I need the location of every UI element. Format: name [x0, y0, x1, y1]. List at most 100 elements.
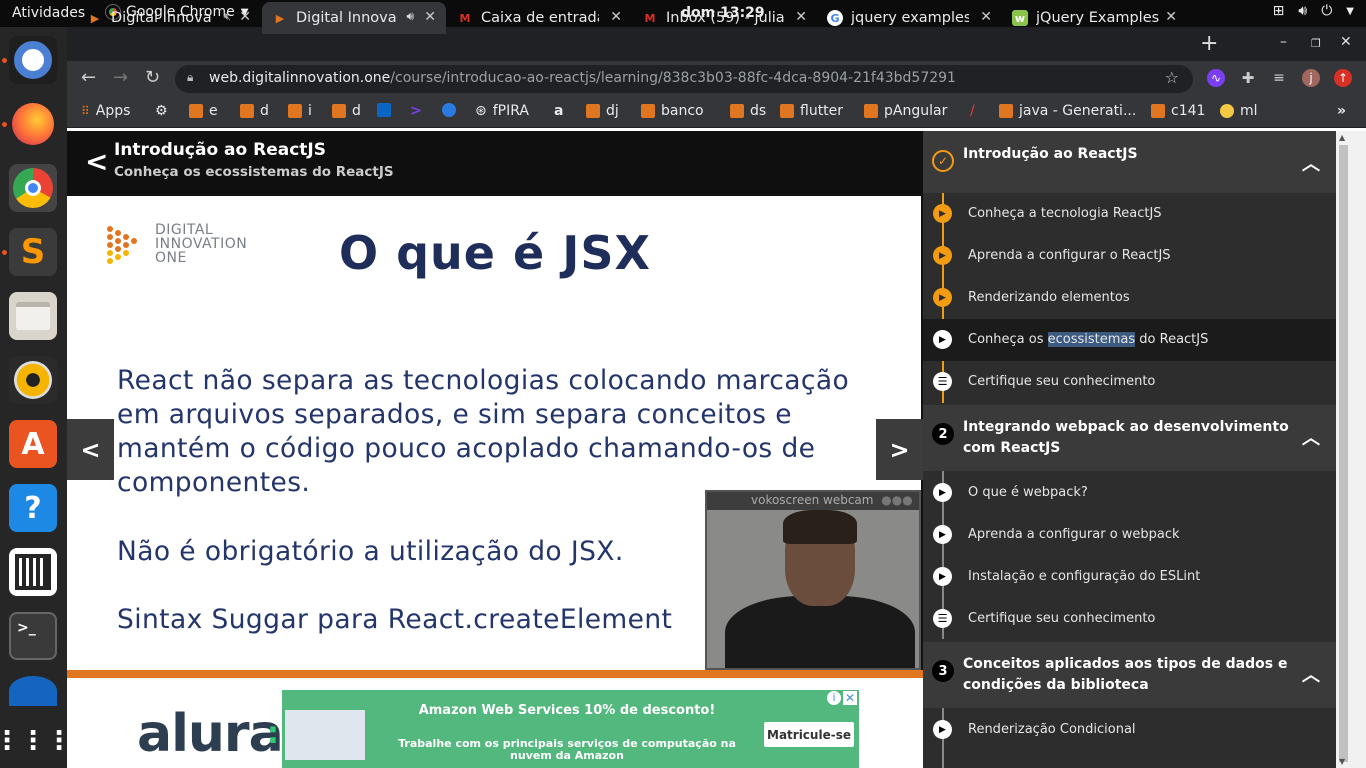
bookmark-item[interactable]	[442, 103, 456, 117]
bookmark-banco[interactable]: banco	[641, 103, 704, 119]
extensions-puzzle-icon[interactable]: ✚	[1239, 69, 1257, 87]
bookmark-java[interactable]: java - Generati...	[999, 103, 1136, 119]
bookmark-item[interactable]: ⚙︎	[155, 103, 168, 119]
bookmark-amazon[interactable]: a	[554, 103, 563, 119]
new-tab-button[interactable]: +	[1200, 31, 1218, 56]
tab-inbox[interactable]: M Inbox (59) - julian ✕	[632, 2, 817, 34]
bookmark-pangular[interactable]: pAngular	[864, 103, 947, 119]
ad-close-icon[interactable]: ✕	[843, 691, 857, 705]
lesson-subtitle: Conheça os ecossistemas do ReactJS	[114, 164, 394, 180]
bookmark-ds[interactable]: ds	[730, 103, 766, 119]
bookmark-ml[interactable]: ml	[1220, 103, 1258, 119]
tab-caixa-de-entrada[interactable]: M Caixa de entrada ✕	[447, 2, 632, 34]
bookmark-star-icon[interactable]: ☆	[1165, 68, 1179, 87]
google-chrome-icon[interactable]	[9, 164, 57, 212]
quiz-item[interactable]: ☰ Certifique seu conhecimento	[923, 361, 1336, 403]
previous-lesson-button[interactable]: <	[67, 419, 114, 480]
tab-jquery-examples[interactable]: w jQuery Examples ✕	[1002, 2, 1187, 34]
lesson-item[interactable]: ▶ Instalação e configuração do ESLint	[923, 556, 1336, 598]
system-tray[interactable]: ⊞ 🔊︎ ⏻ ▼	[1273, 3, 1354, 19]
lesson-item[interactable]: ▶ Renderizando elementos	[923, 277, 1336, 319]
audio-playing-icon[interactable]: 🔊︎	[406, 9, 414, 24]
mute-icon[interactable]: 🔇︎	[223, 9, 231, 24]
section-header-3[interactable]: 3 Conceitos aplicados aos tipos de dados…	[923, 642, 1336, 708]
show-applications-icon[interactable]: ⋮⋮⋮	[0, 717, 72, 765]
section-header-1[interactable]: ✓ Introdução ao ReactJS ︿	[923, 131, 1336, 193]
play-icon: ▶	[933, 288, 952, 307]
qr-code-icon[interactable]	[9, 548, 57, 596]
rhythmbox-icon[interactable]	[9, 356, 57, 404]
bookmark-d2[interactable]: d	[332, 103, 361, 119]
scroll-down-icon[interactable]: ▼	[1339, 757, 1345, 766]
reload-button[interactable]: ↻	[145, 67, 160, 88]
linkedin-icon	[377, 103, 391, 117]
network-icon: ⊞	[1272, 3, 1285, 19]
close-icon[interactable]: ✕	[795, 9, 807, 25]
firefox-icon[interactable]	[9, 100, 57, 148]
close-icon[interactable]: ✕	[610, 9, 622, 25]
section-number: 2	[932, 423, 954, 445]
video-progress-bar[interactable]	[67, 670, 923, 678]
app-icon[interactable]	[9, 676, 57, 706]
chromium-icon[interactable]	[9, 36, 57, 84]
chevron-up-icon[interactable]: ︿	[1302, 424, 1320, 450]
section-header-2[interactable]: 2 Integrando webpack ao desenvolvimento …	[923, 405, 1336, 471]
close-icon[interactable]: ✕	[980, 9, 992, 25]
bookmark-dj[interactable]: dj	[586, 103, 619, 119]
bookmark-icon: ⚙︎	[155, 103, 168, 119]
scroll-up-icon[interactable]: ▲	[1339, 133, 1345, 142]
profile-avatar[interactable]: j	[1302, 69, 1320, 87]
help-icon[interactable]: ?	[9, 484, 57, 532]
tab-digital-innovation-2[interactable]: ▶ Digital Innovati 🔊︎ ✕	[262, 2, 446, 34]
media-control-icon[interactable]: ≡	[1270, 69, 1288, 87]
slide-paragraph: Sintax Suggar para React.createElement	[117, 604, 673, 635]
terminal-icon[interactable]: >_	[9, 612, 57, 660]
lesson-item[interactable]: ▶ O que é webpack?	[923, 472, 1336, 514]
address-bar[interactable]: 🔒︎ web.digitalinnovation.one/course/intr…	[175, 65, 1193, 93]
play-icon: ▶	[933, 330, 952, 349]
bookmark-flutter[interactable]: flutter	[780, 103, 843, 119]
advertisement-banner[interactable]: alura : Amazon Web Services 10% de desco…	[131, 690, 859, 768]
tab-jquery-examples-search[interactable]: G jquery examples - ✕	[817, 2, 1002, 34]
maximize-button[interactable]: ❐	[1311, 37, 1321, 50]
scrollbar-thumb[interactable]	[1339, 145, 1348, 762]
bookmark-c141[interactable]: c141	[1151, 103, 1205, 119]
bookmark-linkedin[interactable]	[377, 103, 391, 117]
files-icon[interactable]	[9, 292, 57, 340]
ad-info-icon[interactable]: i	[827, 691, 841, 705]
lesson-item[interactable]: ▶ Aprenda a configurar o ReactJS	[923, 235, 1336, 277]
sidebar-scrollbar[interactable]: ▲ ▼	[1336, 131, 1366, 768]
back-chevron-icon[interactable]: <	[85, 145, 108, 178]
close-icon[interactable]: ✕	[424, 9, 436, 25]
tab-digital-innovation-1[interactable]: ▶ Digital Innovati 🔇︎ ✕	[67, 2, 261, 34]
lesson-item[interactable]: ▶ Aprenda a configurar o webpack	[923, 514, 1336, 556]
forward-button[interactable]: →	[113, 67, 128, 88]
bookmark-e[interactable]: e	[189, 103, 218, 119]
chevron-up-icon[interactable]: ︿	[1302, 661, 1320, 687]
bookmark-fpira[interactable]: ⊛ fPIRA	[475, 103, 529, 119]
sublime-text-icon[interactable]: S	[9, 228, 57, 276]
bookmark-i[interactable]: i	[288, 103, 312, 119]
software-center-icon[interactable]: A	[9, 420, 57, 468]
chevron-up-icon[interactable]: ︿	[1302, 150, 1320, 176]
ad-body: Trabalhe com os principais serviços de c…	[398, 737, 736, 762]
next-lesson-button[interactable]: >	[876, 419, 923, 480]
update-icon[interactable]: ↑	[1334, 69, 1352, 87]
ad-content: Amazon Web Services 10% de desconto! Tra…	[282, 690, 859, 768]
bookmark-item[interactable]: >	[410, 103, 422, 119]
minimize-button[interactable]: –	[1280, 34, 1287, 50]
lesson-item-current[interactable]: ▶ Conheça os ecossistemas do ReactJS	[923, 319, 1336, 361]
quiz-item[interactable]: ☰ Certifique seu conhecimento	[923, 598, 1336, 640]
extension-icon[interactable]: ∿	[1207, 69, 1225, 87]
close-icon[interactable]: ✕	[1165, 9, 1177, 25]
window-close-button[interactable]: ✕	[1340, 34, 1352, 50]
bookmark-d[interactable]: d	[240, 103, 269, 119]
bookmark-apps[interactable]: ⠿ Apps	[81, 103, 130, 119]
ad-cta-button[interactable]: Matricule-se	[764, 722, 854, 747]
back-button[interactable]: ←	[81, 67, 96, 88]
lesson-item[interactable]: ▶ Conheça a tecnologia ReactJS	[923, 193, 1336, 235]
bookmarks-overflow-button[interactable]: »	[1337, 103, 1346, 119]
close-icon[interactable]: ✕	[239, 9, 251, 25]
lesson-item[interactable]: ▶ Renderização Condicional	[923, 709, 1336, 751]
bookmark-item[interactable]: /	[970, 103, 975, 119]
